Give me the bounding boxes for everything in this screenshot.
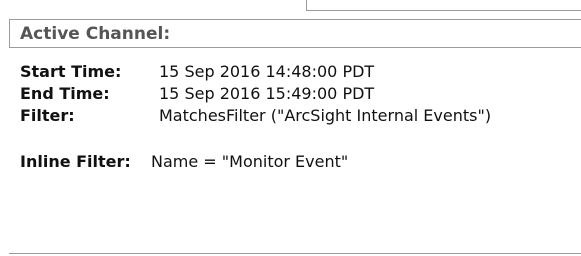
filter-value: MatchesFilter ("ArcSight Internal Events… — [159, 106, 492, 125]
inline-filter-value: Name = "Monitor Event" — [151, 152, 349, 171]
inline-filter-row: Inline Filter: — [20, 152, 131, 172]
inline-filter-value-wrap: Name = "Monitor Event" — [151, 152, 348, 172]
end-time-value-wrap: 15 Sep 2016 15:49:00 PDT — [159, 84, 374, 104]
start-time-label: Start Time: — [20, 62, 122, 81]
start-time-row: Start Time: — [20, 62, 121, 82]
filter-label: Filter: — [20, 106, 75, 125]
end-time-label: End Time: — [20, 84, 110, 103]
filter-row: Filter: — [20, 106, 75, 126]
active-channel-title: Active Channel: — [20, 24, 171, 44]
start-time-value: 15 Sep 2016 14:48:00 PDT — [159, 62, 375, 81]
filter-value-wrap: MatchesFilter ("ArcSight Internal Events… — [159, 106, 491, 126]
active-channel-header: Active Channel: — [9, 19, 581, 48]
start-time-value-wrap: 15 Sep 2016 14:48:00 PDT — [159, 62, 374, 82]
end-time-row: End Time: — [20, 84, 110, 104]
top-divider — [306, 10, 581, 11]
end-time-value: 15 Sep 2016 15:49:00 PDT — [159, 84, 375, 103]
bottom-divider — [9, 253, 581, 254]
inline-filter-label: Inline Filter: — [20, 152, 131, 171]
